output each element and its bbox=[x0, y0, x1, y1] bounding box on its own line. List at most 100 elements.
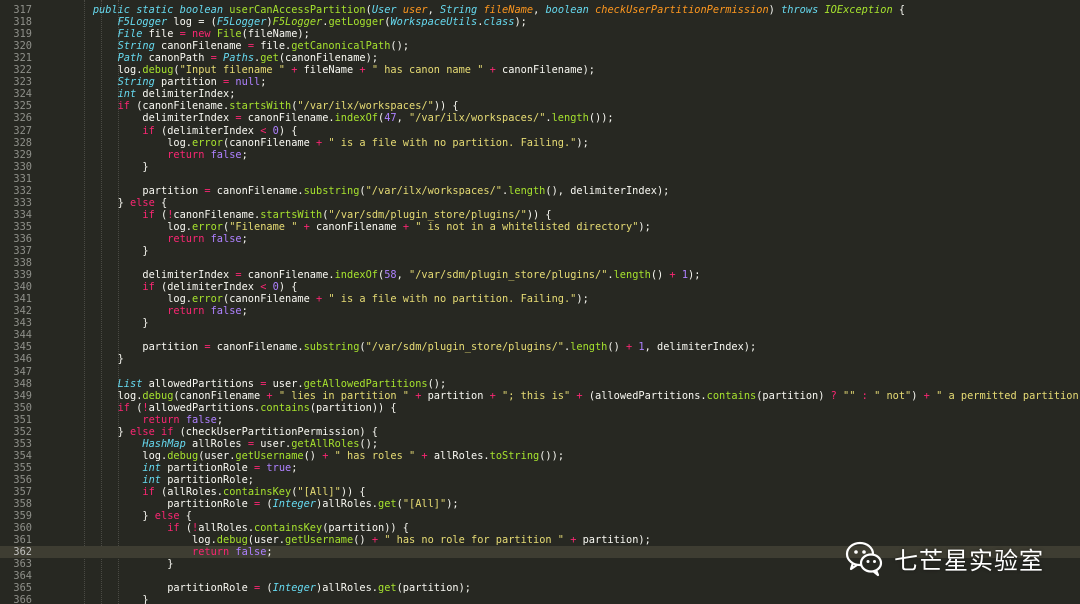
code-text[interactable]: log.debug(canonFilename + " lies in part… bbox=[68, 390, 1080, 402]
code-line[interactable]: 320 String canonFilename = file.getCanon… bbox=[0, 40, 1080, 52]
code-line[interactable]: 366 } bbox=[0, 594, 1080, 604]
code-line[interactable]: 346 } bbox=[0, 353, 1080, 365]
code-text[interactable]: if (!canonFilename.startsWith("/var/sdm/… bbox=[68, 209, 551, 221]
code-line[interactable]: 356 int partitionRole; bbox=[0, 474, 1080, 486]
code-text[interactable]: return false; bbox=[68, 149, 248, 161]
code-line[interactable]: 335 log.error("Filename " + canonFilenam… bbox=[0, 221, 1080, 233]
code-text[interactable]: int partitionRole; bbox=[68, 474, 254, 486]
code-text[interactable]: if (delimiterIndex < 0) { bbox=[68, 125, 297, 137]
code-text[interactable]: if (canonFilename.startsWith("/var/ilx/w… bbox=[68, 100, 459, 112]
code-line[interactable]: 328 log.error(canonFilename + " is a fil… bbox=[0, 137, 1080, 149]
code-line[interactable]: 338 bbox=[0, 257, 1080, 269]
code-token: indexOf bbox=[334, 269, 378, 282]
code-text[interactable]: return false; bbox=[68, 414, 223, 426]
code-text[interactable]: delimiterIndex = canonFilename.indexOf(4… bbox=[68, 112, 613, 124]
code-text[interactable]: } bbox=[68, 594, 148, 604]
code-line[interactable]: 325 if (canonFilename.startsWith("/var/i… bbox=[0, 100, 1080, 112]
code-line[interactable]: 319 File file = new File(fileName); bbox=[0, 28, 1080, 40]
code-text[interactable]: return false; bbox=[68, 233, 248, 245]
code-line[interactable]: 349 log.debug(canonFilename + " lies in … bbox=[0, 390, 1080, 402]
code-line[interactable]: 339 delimiterIndex = canonFilename.index… bbox=[0, 269, 1080, 281]
code-text[interactable]: } bbox=[68, 353, 124, 365]
code-line[interactable]: 323 String partition = null; bbox=[0, 76, 1080, 88]
code-line[interactable]: 326 delimiterIndex = canonFilename.index… bbox=[0, 112, 1080, 124]
code-text[interactable]: if (!allowedPartitions.contains(partitio… bbox=[68, 402, 397, 414]
code-text[interactable]: } else { bbox=[68, 510, 192, 522]
code-text[interactable]: return false; bbox=[68, 546, 273, 558]
code-line[interactable]: 327 if (delimiterIndex < 0) { bbox=[0, 125, 1080, 137]
code-text[interactable]: return false; bbox=[68, 305, 248, 317]
code-line[interactable]: 353 HashMap allRoles = user.getAllRoles(… bbox=[0, 438, 1080, 450]
code-line[interactable]: 333 } else { bbox=[0, 197, 1080, 209]
code-token: } bbox=[68, 510, 155, 523]
code-text[interactable]: log.debug("Input filename " + fileName +… bbox=[68, 64, 595, 76]
code-text[interactable]: String partition = null; bbox=[68, 76, 267, 89]
code-line[interactable]: 342 return false; bbox=[0, 305, 1080, 317]
code-text[interactable]: if (delimiterIndex < 0) { bbox=[68, 281, 297, 293]
code-line[interactable]: 337 } bbox=[0, 245, 1080, 257]
code-token: log. bbox=[68, 534, 217, 547]
code-text[interactable]: int partitionRole = true; bbox=[68, 462, 297, 474]
code-line[interactable]: 355 int partitionRole = true; bbox=[0, 462, 1080, 474]
code-line[interactable]: 359 } else { bbox=[0, 510, 1080, 522]
code-text[interactable]: } bbox=[68, 317, 148, 329]
line-number: 321 bbox=[13, 52, 32, 65]
code-text[interactable]: partition = canonFilename.substring("/va… bbox=[68, 341, 756, 353]
code-line[interactable]: 331 bbox=[0, 173, 1080, 185]
code-text[interactable]: String canonFilename = file.getCanonical… bbox=[68, 40, 409, 52]
code-text[interactable]: } bbox=[68, 558, 173, 570]
code-text[interactable]: log.debug(user.getUsername() + " has rol… bbox=[68, 450, 564, 462]
code-token: ) { bbox=[278, 124, 298, 137]
code-text[interactable]: log.error(canonFilename + " is a file wi… bbox=[68, 293, 589, 305]
code-line[interactable]: 348 List allowedPartitions = user.getAll… bbox=[0, 378, 1080, 390]
code-line[interactable]: 352 } else if (checkUserPartitionPermiss… bbox=[0, 426, 1080, 438]
code-text[interactable]: } bbox=[68, 161, 148, 173]
code-line[interactable]: 354 log.debug(user.getUsername() + " has… bbox=[0, 450, 1080, 462]
code-text[interactable]: int delimiterIndex; bbox=[68, 88, 236, 100]
code-line[interactable]: 324 int delimiterIndex; bbox=[0, 88, 1080, 100]
code-text[interactable]: if (!allRoles.containsKey(partition)) { bbox=[68, 522, 409, 534]
code-token: , bbox=[533, 4, 546, 16]
code-text[interactable]: } else { bbox=[68, 197, 168, 209]
code-text[interactable]: public static boolean userCanAccessParti… bbox=[68, 4, 905, 16]
code-line[interactable]: 360 if (!allRoles.containsKey(partition)… bbox=[0, 522, 1080, 534]
code-text[interactable]: File file = new File(fileName); bbox=[68, 28, 310, 40]
code-line[interactable]: 351 return false; bbox=[0, 414, 1080, 426]
code-token: partition bbox=[161, 76, 224, 89]
code-text[interactable]: log.error(canonFilename + " is a file wi… bbox=[68, 137, 589, 149]
code-line[interactable]: 365 partitionRole = (Integer)allRoles.ge… bbox=[0, 582, 1080, 594]
code-text[interactable]: Path canonPath = Paths.get(canonFilename… bbox=[68, 52, 378, 64]
code-text[interactable]: partitionRole = (Integer)allRoles.get(pa… bbox=[68, 582, 471, 594]
code-line[interactable]: 317 public static boolean userCanAccessP… bbox=[0, 4, 1080, 16]
code-line[interactable]: 344 bbox=[0, 329, 1080, 341]
line-number: 348 bbox=[13, 377, 32, 390]
code-line[interactable]: 358 partitionRole = (Integer)allRoles.ge… bbox=[0, 498, 1080, 510]
code-text[interactable]: HashMap allRoles = user.getAllRoles(); bbox=[68, 438, 378, 450]
code-line[interactable]: 330 } bbox=[0, 161, 1080, 173]
code-text[interactable]: delimiterIndex = canonFilename.indexOf(5… bbox=[68, 269, 700, 281]
code-text[interactable]: } else if (checkUserPartitionPermission)… bbox=[68, 426, 378, 438]
code-text[interactable]: } bbox=[68, 245, 148, 257]
code-line[interactable]: 321 Path canonPath = Paths.get(canonFile… bbox=[0, 52, 1080, 64]
code-line[interactable]: 332 partition = canonFilename.substring(… bbox=[0, 185, 1080, 197]
code-line[interactable]: 345 partition = canonFilename.substring(… bbox=[0, 341, 1080, 353]
code-text[interactable]: List allowedPartitions = user.getAllowed… bbox=[68, 378, 447, 390]
code-line[interactable]: 343 } bbox=[0, 317, 1080, 329]
code-line[interactable]: 357 if (allRoles.containsKey("[All]")) { bbox=[0, 486, 1080, 498]
code-text[interactable]: if (allRoles.containsKey("[All]")) { bbox=[68, 486, 365, 498]
code-editor[interactable]: 317 public static boolean userCanAccessP… bbox=[0, 0, 1080, 604]
code-line[interactable]: 350 if (!allowedPartitions.contains(part… bbox=[0, 402, 1080, 414]
code-text[interactable]: partition = canonFilename.substring("/va… bbox=[68, 185, 669, 197]
code-line[interactable]: 341 log.error(canonFilename + " is a fil… bbox=[0, 293, 1080, 305]
code-line[interactable]: 322 log.debug("Input filename " + fileNa… bbox=[0, 64, 1080, 76]
code-line[interactable]: 318 F5Logger log = (F5Logger)F5Logger.ge… bbox=[0, 16, 1080, 28]
code-line[interactable]: 340 if (delimiterIndex < 0) { bbox=[0, 281, 1080, 293]
code-text[interactable]: F5Logger log = (F5Logger)F5Logger.getLog… bbox=[68, 16, 527, 28]
code-text[interactable]: log.debug(user.getUsername() + " has no … bbox=[68, 534, 651, 546]
code-line[interactable]: 329 return false; bbox=[0, 149, 1080, 161]
code-line[interactable]: 336 return false; bbox=[0, 233, 1080, 245]
code-line[interactable]: 334 if (!canonFilename.startsWith("/var/… bbox=[0, 209, 1080, 221]
code-text[interactable]: log.error("Filename " + canonFilename + … bbox=[68, 221, 651, 233]
code-line[interactable]: 347 bbox=[0, 366, 1080, 378]
code-text[interactable]: partitionRole = (Integer)allRoles.get("[… bbox=[68, 498, 458, 510]
